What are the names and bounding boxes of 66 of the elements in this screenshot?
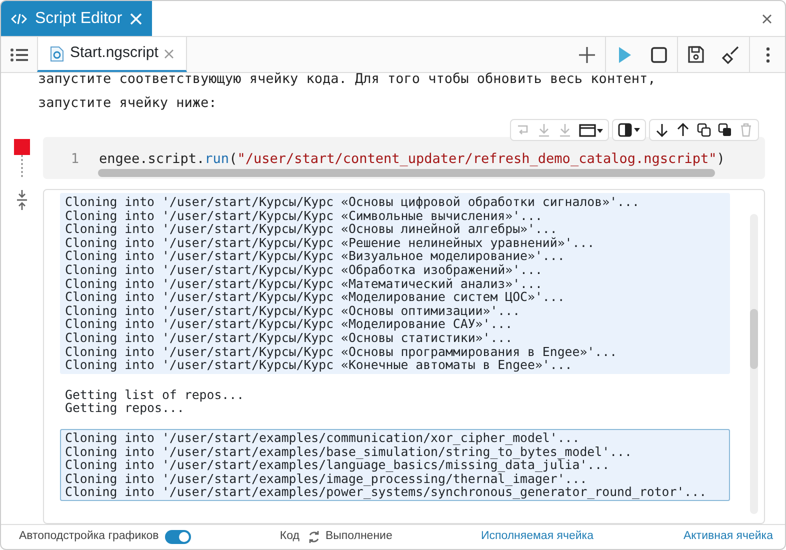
output-line: Cloning into '/user/start/Курсы/Курс «Основы программирования в Engee»'...: [65, 344, 618, 358]
output-line: Cloning into '/user/start/Курсы/Курс «Визуальное моделирование»'...: [65, 249, 565, 263]
copy-button[interactable]: [695, 123, 713, 137]
executed-cell-link[interactable]: Исполняемая ячейка: [480, 528, 594, 546]
output-line: Cloning into '/user/start/Курсы/Курс «Решение нелинейных уравнений»'...: [65, 236, 596, 250]
code-label: Код: [280, 529, 300, 544]
output-line: Cloning into '/user/start/Курсы/Курс «Обработка изображений»'...: [65, 262, 542, 277]
dotted-line: [21, 155, 23, 179]
output-line: Cloning into '/user/start/Курсы/Курс «Основы линейной алгебры»'...: [65, 222, 558, 236]
layout-caret-icon: [579, 123, 603, 137]
output-line: Cloning into '/user/start/Курсы/Курс «Моделирование САУ»'...: [65, 317, 513, 331]
arrow-down-icon: [537, 123, 551, 137]
text-line: запустите соответствующую ячейку кода. Для того чтобы обновить весь контент,: [38, 70, 657, 89]
list-icon: [10, 48, 28, 62]
output-line: Cloning into '/user/start/Курсы/Курс «Основы цифровой обработки сигналов»'...: [65, 195, 640, 209]
trash-icon: [739, 123, 753, 137]
active-cell-link[interactable]: Активная ячейка: [683, 528, 773, 546]
plus-icon: [577, 44, 597, 64]
more-icon: [766, 46, 770, 62]
code-icon: [11, 12, 27, 26]
contrast-button[interactable]: [616, 123, 642, 137]
output-line: Getting repos...: [65, 401, 186, 415]
output-line: Cloning into '/user/start/examples/image_processing/thernal_imager'...: [65, 472, 588, 486]
refresh-icon[interactable]: [307, 530, 322, 544]
output-line: Cloning into '/user/start/examples/language_basics/missing_data_julia'...: [65, 458, 610, 472]
copy-icon: [697, 123, 711, 137]
output-line: Cloning into '/user/start/examples/base_simulation/string_to_bytes_model'...: [65, 444, 633, 458]
output-line: Cloning into '/user/start/Курсы/Курс «Математический анализ»'...: [65, 276, 544, 290]
stop-icon: [649, 44, 669, 64]
window-tab[interactable]: Script Editor: [1, 1, 152, 36]
code-line: engee.script.run("/user/start/content_updater/refresh_demo_catalog.ngscript"): [99, 150, 725, 169]
autoscale-toggle[interactable]: [165, 530, 192, 544]
output-text-block[interactable]: Getting list of repos... Getting repos...: [60, 386, 730, 417]
output-line: Getting list of repos...: [65, 388, 246, 402]
output-line: Cloning into '/user/start/Курсы/Курс «Основы оптимизации»'...: [65, 304, 520, 318]
file-tab[interactable]: Start.ngscript: [37, 37, 188, 72]
file-icon: [50, 46, 64, 62]
close-icon: [762, 14, 772, 24]
line-number: 1: [70, 150, 80, 169]
wrap-icon: [516, 123, 530, 137]
output-line: Cloning into '/user/start/Курсы/Курс «Моделирование систем ЦОС»'...: [65, 290, 566, 304]
text-line: запустите ячейку ниже:: [38, 94, 218, 113]
autoscale-label: Автоподстройка графиков: [19, 529, 159, 544]
duplicate-icon: [718, 123, 732, 137]
scrollbar[interactable]: [750, 214, 758, 514]
output-block[interactable]: [60, 428, 730, 501]
window-title: Script Editor: [35, 8, 122, 28]
broom-icon: [721, 44, 741, 64]
arrow-up-icon: [676, 123, 690, 137]
close-icon[interactable]: [164, 48, 174, 58]
output-line: Cloning into '/user/start/Курсы/Курс «Конечные автоматы в Engee»'...: [65, 358, 572, 372]
arrow-down-icon: [655, 123, 669, 137]
code-cell[interactable]: 1 engee.script.run("/user/start/content_updater/refresh_demo_catalog.ngscript"): [43, 137, 765, 179]
output-line: Cloning into '/user/start/examples/communication/xor_cipher_model'...: [65, 430, 581, 444]
duplicate-button[interactable]: [716, 123, 734, 137]
collapse-icon[interactable]: [16, 189, 28, 211]
output-line: Cloning into '/user/start/examples/power_systems/synchronous_generator_round_rotor'...: [65, 485, 708, 499]
contrast-caret-icon: [618, 123, 640, 137]
execution-label: Выполнение: [325, 529, 392, 544]
output-line: Cloning into '/user/start/Курсы/Курс «Символьные вычисления»'...: [65, 208, 544, 222]
save-icon: [686, 44, 706, 64]
output-line: Cloning into '/user/start/Курсы/Курс «Основы статистики»'...: [65, 330, 514, 345]
file-tab-label: Start.ngscript: [70, 43, 158, 64]
arrow-down-icon: [558, 123, 572, 137]
scrollbar[interactable]: [98, 169, 715, 177]
layout-button[interactable]: [577, 123, 605, 137]
